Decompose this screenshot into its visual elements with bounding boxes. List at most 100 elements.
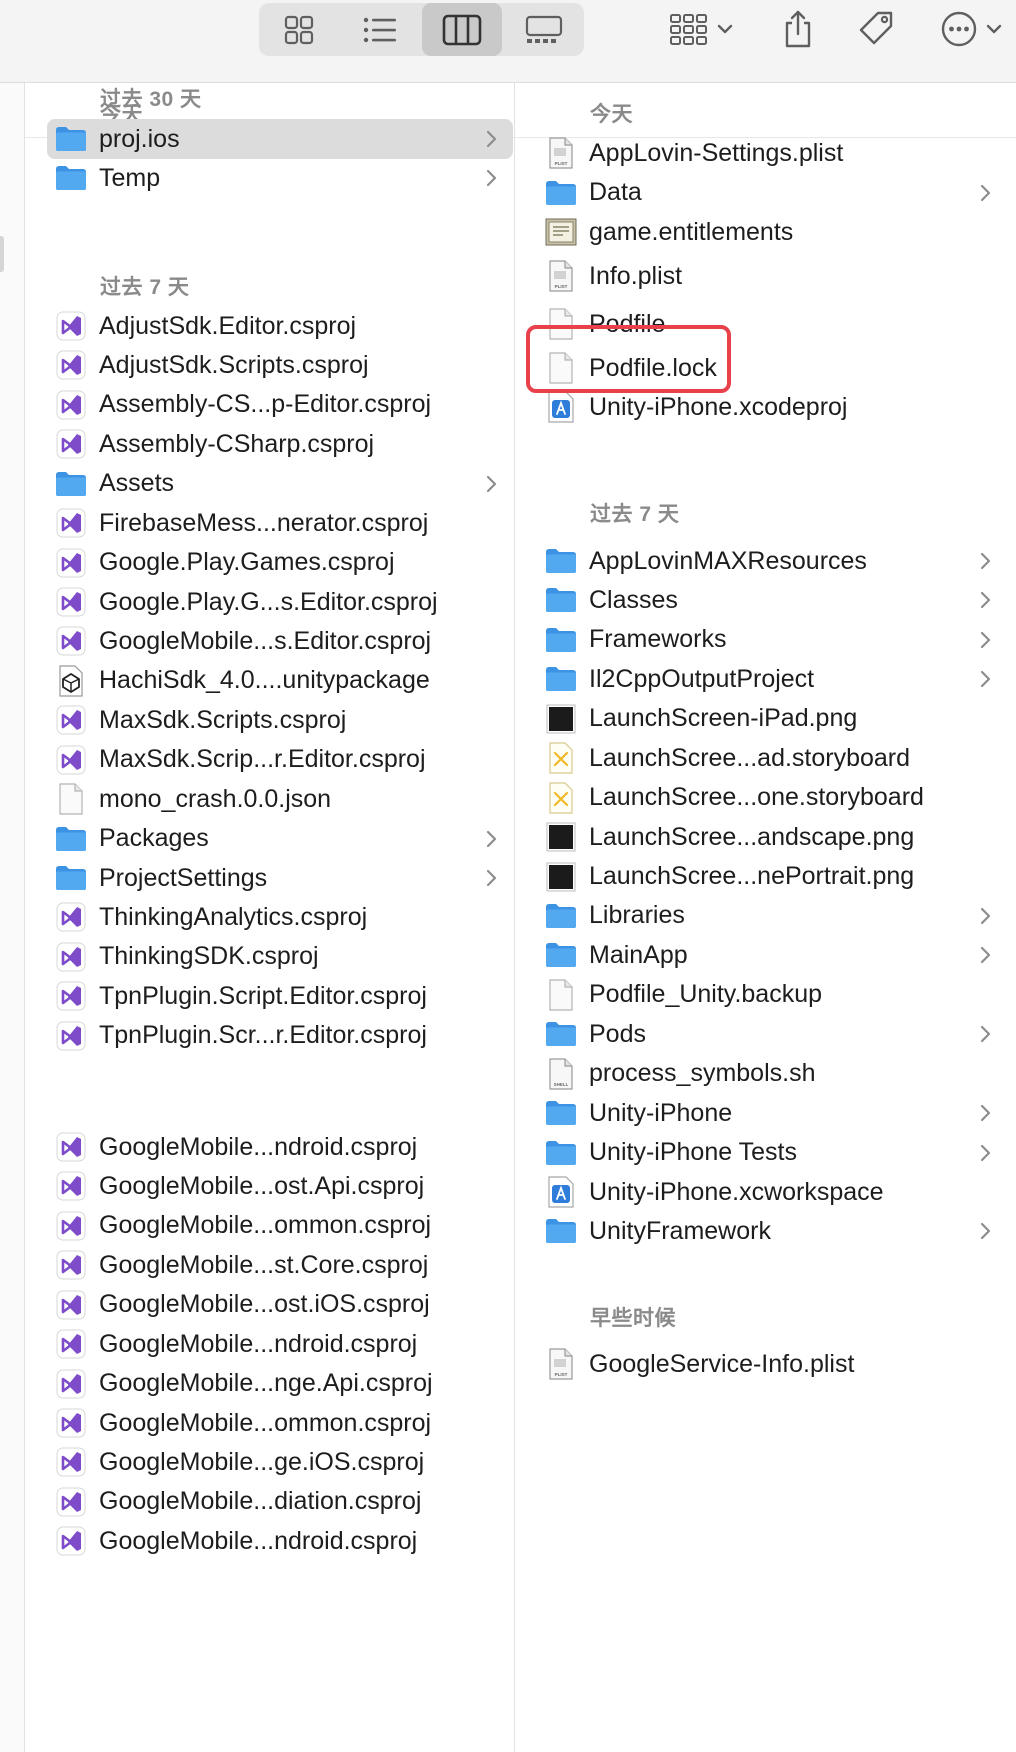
csproj-file-icon: [55, 901, 87, 933]
tags-button[interactable]: [854, 6, 898, 52]
svg-text:PLIST: PLIST: [555, 284, 568, 289]
file-item[interactable]: PLIST Info.plist: [537, 256, 1007, 296]
section-header: 过去 7 天: [100, 276, 190, 299]
file-item[interactable]: PLIST AppLovin-Settings.plist: [537, 133, 1007, 173]
file-item[interactable]: GoogleMobile...nge.Api.csproj: [47, 1364, 513, 1404]
file-item[interactable]: LaunchScree...one.storyboard: [537, 778, 1007, 818]
folder-icon: [545, 177, 577, 209]
more-actions-button[interactable]: [940, 6, 1016, 52]
chevron-right-icon: [979, 549, 993, 573]
csproj-file-icon: [55, 349, 87, 381]
item-name: GoogleMobile...ndroid.csproj: [99, 1329, 418, 1358]
file-item[interactable]: LaunchScreen-iPad.png: [537, 699, 1007, 739]
folder-item[interactable]: proj.ios: [47, 119, 513, 159]
grid-icon: [284, 15, 314, 44]
file-item[interactable]: GoogleMobile...ost.iOS.csproj: [47, 1285, 513, 1325]
podfile-highlight-box: [526, 325, 731, 393]
folder-item[interactable]: Frameworks: [537, 620, 1007, 660]
file-item[interactable]: GoogleMobile...ge.iOS.csproj: [47, 1442, 513, 1482]
folder-item[interactable]: Pods: [537, 1014, 1007, 1054]
chevron-down-icon: [717, 24, 733, 34]
ellipsis-circle-icon: [941, 11, 977, 47]
csproj-file-icon: [55, 1170, 87, 1202]
file-item[interactable]: TpnPlugin.Script.Editor.csproj: [47, 976, 513, 1016]
file-item[interactable]: Unity-iPhone.xcodeproj: [537, 387, 1007, 427]
storyboard-file-icon: [545, 742, 577, 774]
list-icon: [363, 17, 396, 42]
csproj-file-icon: [55, 1328, 87, 1360]
file-item[interactable]: GoogleMobile...ommon.csproj: [47, 1206, 513, 1246]
csproj-file-icon: [55, 1131, 87, 1163]
file-item[interactable]: GoogleMobile...ndroid.csproj: [47, 1127, 513, 1167]
gallery-view-button[interactable]: [504, 3, 584, 56]
folder-item[interactable]: Il2CppOutputProject: [537, 659, 1007, 699]
folder-item[interactable]: AppLovinMAXResources: [537, 541, 1007, 581]
xcode-project-icon: [545, 391, 577, 423]
item-name: GoogleMobile...ost.iOS.csproj: [99, 1290, 430, 1319]
file-item[interactable]: Google.Play.G...s.Editor.csproj: [47, 582, 513, 622]
folder-icon: [545, 1215, 577, 1247]
folder-item[interactable]: MainApp: [537, 935, 1007, 975]
folder-icon: [55, 468, 87, 500]
folder-item[interactable]: Packages: [47, 819, 513, 859]
icon-view-button[interactable]: [259, 3, 339, 56]
folder-item[interactable]: Unity-iPhone Tests: [537, 1133, 1007, 1173]
file-item[interactable]: GoogleMobile...ndroid.csproj: [47, 1324, 513, 1364]
folder-item[interactable]: Classes: [537, 580, 1007, 620]
item-name: proj.ios: [99, 124, 180, 153]
file-item[interactable]: GoogleMobile...ost.Api.csproj: [47, 1166, 513, 1206]
file-item[interactable]: MaxSdk.Scrip...r.Editor.csproj: [47, 740, 513, 780]
folder-item[interactable]: Unity-iPhone: [537, 1093, 1007, 1133]
file-item[interactable]: Assembly-CSharp.csproj: [47, 424, 513, 464]
list-view-button[interactable]: [340, 3, 420, 56]
group-by-button[interactable]: [662, 6, 740, 52]
image-file-icon: [545, 821, 577, 853]
file-item[interactable]: MaxSdk.Scripts.csproj: [47, 700, 513, 740]
file-item[interactable]: Unity-iPhone.xcworkspace: [537, 1172, 1007, 1212]
file-item[interactable]: GoogleMobile...ndroid.csproj: [47, 1521, 513, 1561]
file-item[interactable]: Podfile_Unity.backup: [537, 975, 1007, 1015]
item-name: Classes: [589, 585, 678, 614]
image-file-icon: [545, 703, 577, 735]
item-name: GoogleMobile...nge.Api.csproj: [99, 1369, 433, 1398]
folder-item[interactable]: Assets: [47, 464, 513, 504]
item-name: UnityFramework: [589, 1216, 771, 1245]
column-1[interactable]: 今天 proj.ios Temp 过去 7 天 AdjustSdk.Editor.cs…: [25, 83, 515, 1752]
file-item[interactable]: TpnPlugin.Scr...r.Editor.csproj: [47, 1016, 513, 1056]
folder-item[interactable]: ProjectSettings: [47, 858, 513, 898]
file-item[interactable]: LaunchScree...ad.storyboard: [537, 738, 1007, 778]
file-item[interactable]: AdjustSdk.Editor.csproj: [47, 306, 513, 346]
file-item[interactable]: PLIST GoogleService-Info.plist: [537, 1344, 1007, 1384]
file-item[interactable]: Assembly-CS...p-Editor.csproj: [47, 385, 513, 425]
file-item[interactable]: GoogleMobile...s.Editor.csproj: [47, 621, 513, 661]
file-item[interactable]: ThinkingAnalytics.csproj: [47, 897, 513, 937]
file-item[interactable]: GoogleMobile...ommon.csproj: [47, 1403, 513, 1443]
file-item[interactable]: GoogleMobile...diation.csproj: [47, 1482, 513, 1522]
column-view-button[interactable]: [422, 3, 502, 56]
file-item[interactable]: HachiSdk_4.0....unitypackage: [47, 661, 513, 701]
file-item[interactable]: AdjustSdk.Scripts.csproj: [47, 345, 513, 385]
file-item[interactable]: LaunchScree...nePortrait.png: [537, 857, 1007, 897]
chevron-right-icon: [485, 127, 499, 151]
folder-item[interactable]: Libraries: [537, 896, 1007, 936]
folder-icon: [545, 624, 577, 656]
file-item[interactable]: mono_crash.0.0.json: [47, 779, 513, 819]
file-item[interactable]: Google.Play.Games.csproj: [47, 543, 513, 583]
folder-item[interactable]: Data: [537, 173, 1007, 213]
item-name: GoogleMobile...s.Editor.csproj: [99, 626, 432, 655]
share-button[interactable]: [778, 6, 818, 52]
folder-item[interactable]: Temp: [47, 158, 513, 198]
section-header: 过去 7 天: [590, 503, 680, 526]
file-item[interactable]: FirebaseMess...nerator.csproj: [47, 503, 513, 543]
csproj-file-icon: [55, 1020, 87, 1052]
file-item[interactable]: GoogleMobile...st.Core.csproj: [47, 1245, 513, 1285]
file-item[interactable]: LaunchScree...andscape.png: [537, 817, 1007, 857]
previous-column-edge[interactable]: [0, 83, 25, 1752]
chevron-down-icon: [986, 24, 1002, 34]
chevron-right-icon: [979, 943, 993, 967]
folder-item[interactable]: UnityFramework: [537, 1211, 1007, 1251]
chevron-right-icon: [979, 1219, 993, 1243]
file-item[interactable]: game.entitlements: [537, 212, 1007, 252]
file-item[interactable]: SHELL process_symbols.sh: [537, 1054, 1007, 1094]
file-item[interactable]: ThinkingSDK.csproj: [47, 937, 513, 977]
